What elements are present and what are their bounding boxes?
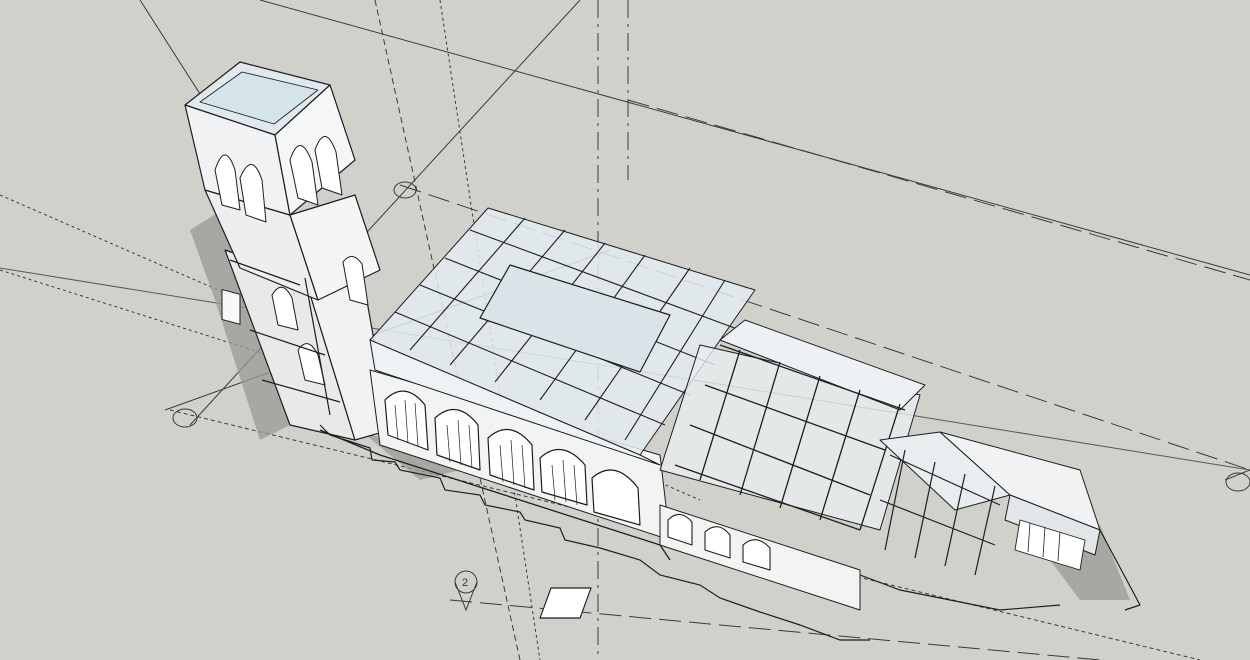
building-model-scene[interactable]: 2 bbox=[0, 0, 1250, 660]
transept-frame bbox=[659, 319, 926, 611]
model-viewport[interactable]: 2 bbox=[0, 0, 1250, 660]
svg-text:2: 2 bbox=[462, 577, 468, 589]
grid-bubble-2: 2 bbox=[454, 570, 478, 612]
grid-bubble-right bbox=[1225, 472, 1250, 492]
grid-bubble-left bbox=[172, 408, 198, 428]
